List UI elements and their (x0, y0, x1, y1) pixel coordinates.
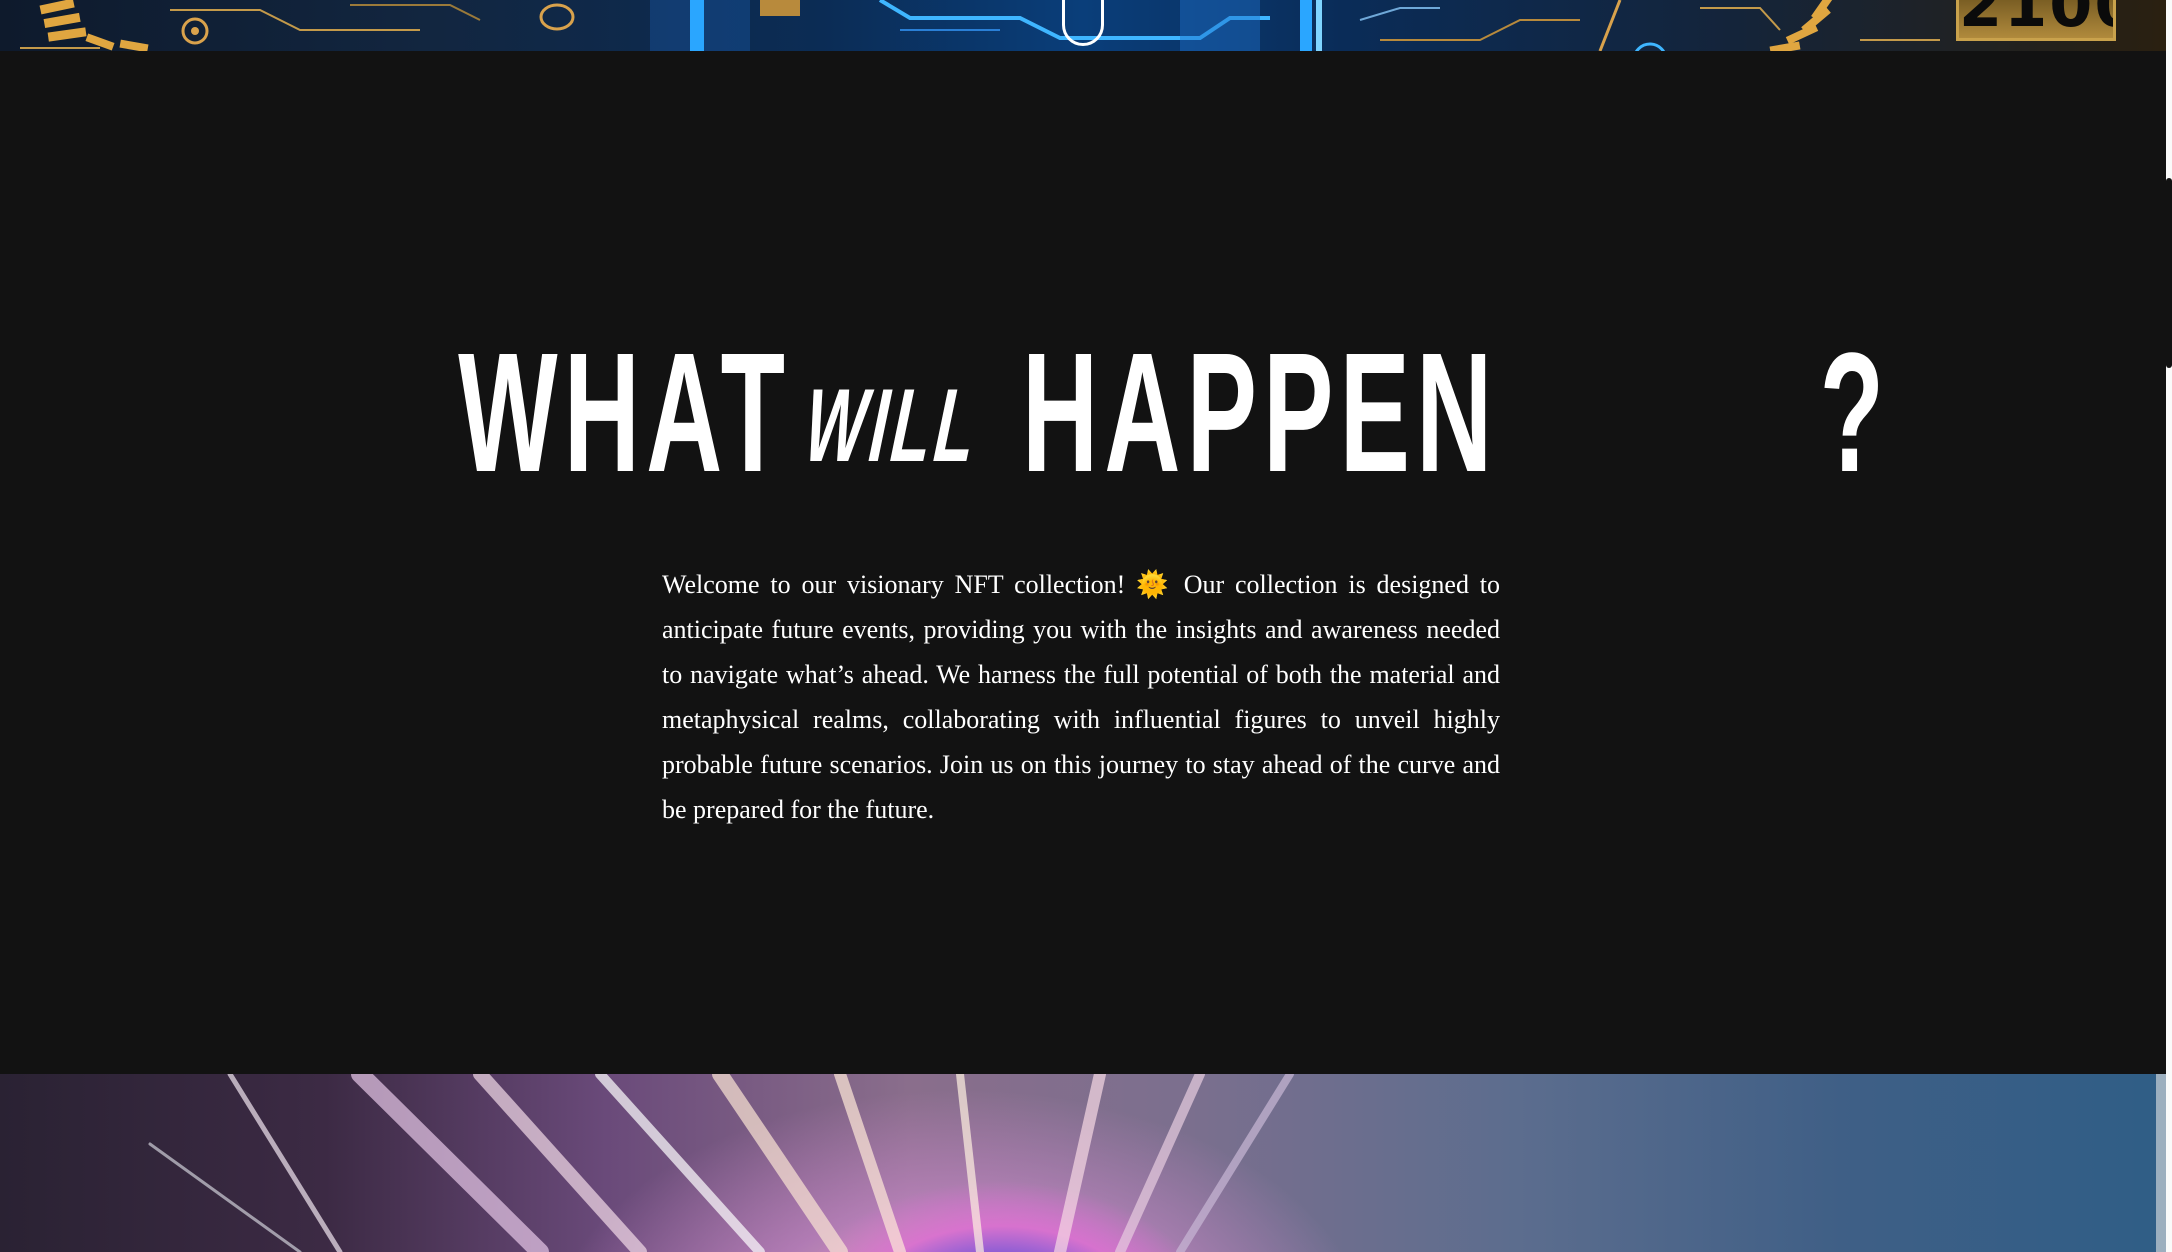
mouse-scroll-icon[interactable] (1062, 0, 1104, 46)
page: 2100 WHAT WILL HAPPEN ? Welcome to our v… (0, 0, 2172, 1252)
bottom-hero-image (0, 1074, 2166, 1252)
top-hero-image: 2100 (0, 0, 2166, 51)
page-scrollbar-track[interactable] (2166, 0, 2172, 1252)
light-burst-art (148, 1074, 2166, 1252)
sun-emoji-icon: 🌞 (1136, 570, 1173, 599)
headline-word-will: WILL (800, 368, 984, 484)
intro-paragraph: Welcome to our visionary NFT collection!… (662, 562, 1500, 832)
intro-text-rest: Our collection is designed to anticipate… (662, 570, 1501, 824)
page-scrollbar-thumb[interactable] (2166, 178, 2172, 368)
headline-word-what: WHAT (458, 318, 792, 508)
intro-text-start: Welcome to our visionary NFT collection! (662, 570, 1126, 599)
year-badge-text: 2100 (1959, 0, 2113, 41)
section-headline: WHAT WILL HAPPEN ? (0, 318, 2166, 508)
headline-question-mark: ? (1819, 318, 1890, 508)
year-badge: 2100 (1956, 0, 2116, 41)
headline-word-happen: HAPPEN (1022, 318, 1499, 508)
